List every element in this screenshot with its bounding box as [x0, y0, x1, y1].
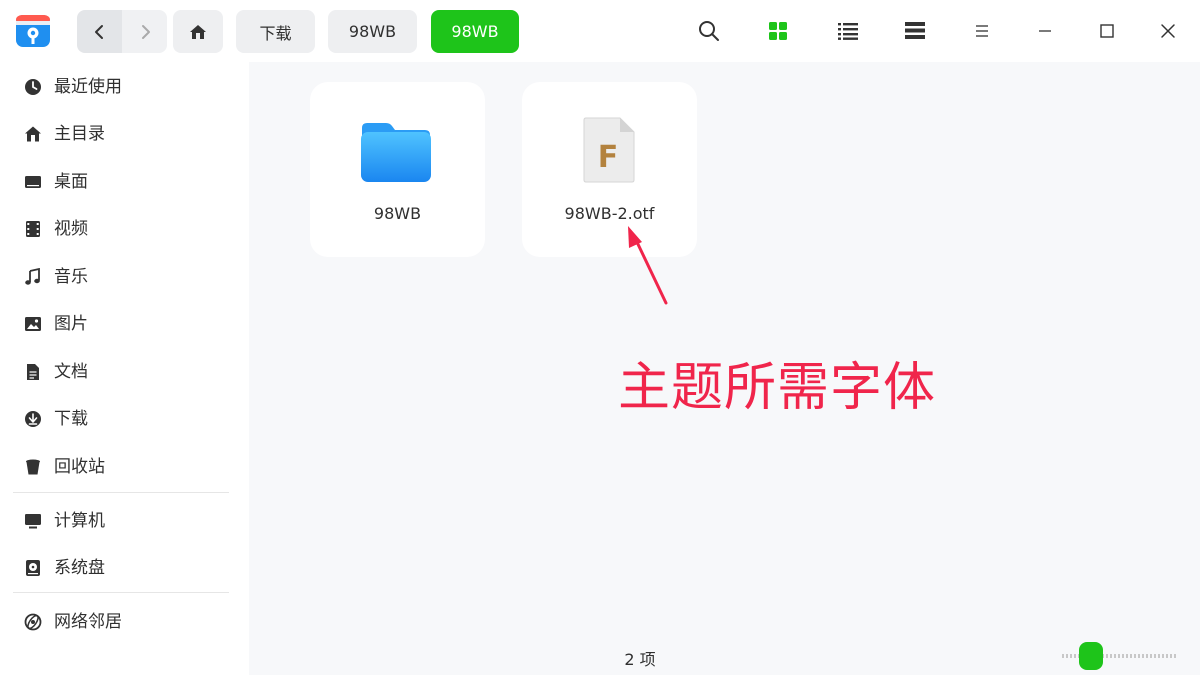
sidebar-item-label: 主目录 — [54, 124, 105, 144]
sidebar-item-network[interactable]: 网络邻居 — [0, 599, 249, 645]
back-button[interactable] — [77, 10, 122, 53]
home-button[interactable] — [173, 10, 223, 53]
icon-size-slider-handle[interactable] — [1079, 642, 1103, 670]
file-tile-font[interactable]: F 98WB-2.otf — [522, 82, 697, 257]
sidebar-item-videos[interactable]: 视频 — [0, 206, 249, 252]
sidebar-item-desktop[interactable]: 桌面 — [0, 159, 249, 205]
sidebar-item-label: 文档 — [54, 362, 88, 382]
document-icon — [27, 364, 39, 380]
list-view-button[interactable] — [831, 14, 865, 48]
menu-icon — [976, 25, 988, 37]
sidebar-item-label: 计算机 — [54, 511, 105, 531]
file-name: 98WB-2.otf — [564, 204, 655, 223]
sidebar-item-home[interactable]: 主目录 — [0, 111, 249, 157]
file-name: 98WB — [373, 204, 422, 223]
annotation-text: 主题所需字体 — [618, 358, 937, 418]
grid-view-icon — [769, 22, 787, 40]
history-nav — [77, 10, 167, 53]
search-button[interactable] — [692, 14, 726, 48]
forward-button[interactable] — [122, 10, 167, 53]
breadcrumb-98wb[interactable]: 98WB — [328, 10, 417, 53]
sidebar-item-label: 回收站 — [54, 457, 105, 477]
file-tile-folder[interactable]: 98WB — [310, 82, 485, 257]
folder-icon — [361, 123, 431, 182]
clock-icon — [25, 79, 41, 95]
close-icon — [1161, 24, 1175, 38]
trash-icon — [26, 459, 40, 475]
sidebar-divider — [13, 592, 229, 593]
font-file-icon: F — [583, 117, 635, 183]
sidebar-item-documents[interactable]: 文档 — [0, 349, 249, 395]
sidebar-item-computer[interactable]: 计算机 — [0, 498, 249, 544]
maximize-button[interactable] — [1090, 14, 1124, 48]
film-icon — [26, 221, 40, 237]
download-icon — [25, 411, 41, 427]
sidebar-item-label: 桌面 — [54, 172, 88, 192]
breadcrumb-downloads[interactable]: 下载 — [236, 10, 315, 53]
sidebar-item-label: 下载 — [54, 409, 88, 429]
image-icon — [25, 317, 41, 331]
sidebar-item-recent[interactable]: 最近使用 — [0, 64, 249, 110]
home-icon — [190, 24, 206, 39]
sidebar: 最近使用 主目录 桌面 视频 音乐 图片 文档 下载 回收站 计算机 系统盘 网… — [0, 62, 249, 675]
sidebar-item-label: 系统盘 — [54, 558, 105, 578]
sidebar-item-downloads[interactable]: 下载 — [0, 396, 249, 442]
disk-icon — [26, 560, 40, 576]
sidebar-item-label: 视频 — [54, 219, 88, 239]
desktop-icon — [25, 176, 41, 188]
sidebar-item-label: 网络邻居 — [54, 612, 122, 632]
sidebar-item-system-disk[interactable]: 系统盘 — [0, 545, 249, 591]
chevron-left-icon — [94, 24, 103, 39]
tree-view-icon — [905, 22, 925, 39]
music-note-icon — [25, 268, 40, 285]
sidebar-divider — [13, 492, 229, 493]
sidebar-item-pictures[interactable]: 图片 — [0, 301, 249, 347]
chevron-right-icon — [141, 24, 150, 39]
minimize-icon — [1039, 30, 1051, 32]
maximize-icon — [1100, 24, 1114, 38]
breadcrumb-98wb-current[interactable]: 98WB — [431, 10, 519, 53]
sidebar-item-label: 音乐 — [54, 267, 88, 287]
minimize-button[interactable] — [1028, 14, 1062, 48]
item-count: 2 项 — [624, 650, 656, 669]
menu-button[interactable] — [965, 14, 999, 48]
sidebar-item-label: 最近使用 — [54, 77, 122, 97]
grid-view-button[interactable] — [761, 14, 795, 48]
search-icon — [699, 21, 719, 41]
sidebar-item-music[interactable]: 音乐 — [0, 254, 249, 300]
app-logo-icon — [16, 15, 50, 47]
home-icon — [25, 126, 41, 142]
sidebar-item-label: 图片 — [54, 314, 88, 334]
tree-view-button[interactable] — [898, 14, 932, 48]
sidebar-item-trash[interactable]: 回收站 — [0, 444, 249, 490]
computer-icon — [25, 514, 41, 529]
network-icon — [24, 613, 42, 631]
svg-text:F: F — [598, 140, 619, 175]
list-view-icon — [838, 23, 858, 40]
close-button[interactable] — [1151, 14, 1185, 48]
title-bar: 下载 98WB 98WB — [0, 0, 1200, 62]
